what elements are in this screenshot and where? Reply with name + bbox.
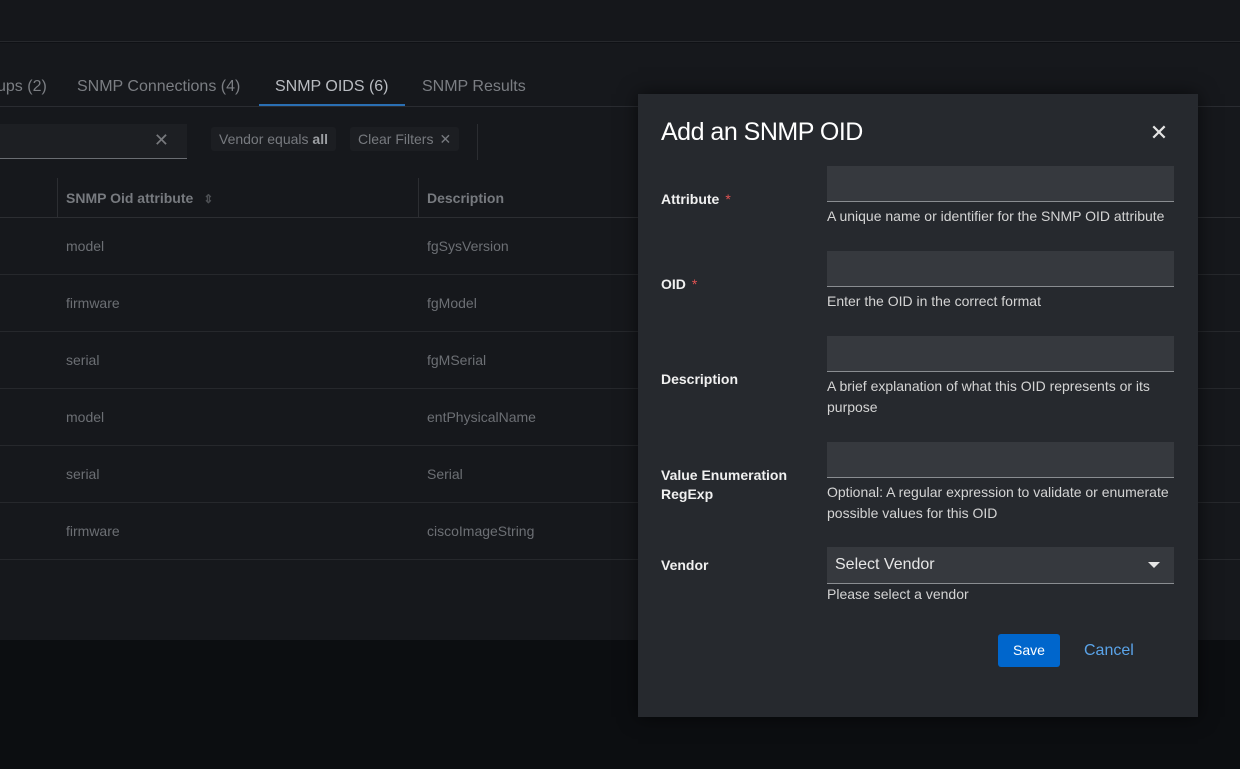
required-indicator: *: [725, 191, 731, 207]
cell-description: fgSysVersion: [427, 238, 509, 254]
regexp-input[interactable]: [827, 442, 1174, 478]
cancel-button[interactable]: Cancel: [1084, 634, 1134, 667]
cell-description: entPhysicalName: [427, 409, 536, 425]
vendor-helper-text: Please select a vendor: [827, 586, 969, 602]
description-input[interactable]: [827, 336, 1174, 372]
tab-snmp-results[interactable]: SNMP Results: [422, 68, 526, 106]
oid-label-text: OID: [661, 276, 686, 292]
cell-description: ciscoImageString: [427, 523, 535, 539]
vendor-filter-prefix: Vendor equals: [219, 131, 313, 147]
toolbar-divider: [477, 124, 478, 160]
vendor-filter-value: all: [312, 131, 328, 147]
attribute-label: Attribute *: [661, 190, 801, 209]
column-header-description[interactable]: Description: [427, 178, 504, 218]
cell-description: fgModel: [427, 295, 477, 311]
cell-attribute: serial: [66, 352, 100, 368]
attribute-helper-text: A unique name or identifier for the SNMP…: [827, 208, 1165, 224]
tab-snmp-oids[interactable]: SNMP OIDS (6): [259, 68, 404, 107]
tab-snmp-connections[interactable]: SNMP Connections (4): [77, 68, 240, 106]
clear-search-icon[interactable]: ✕: [154, 130, 169, 151]
regexp-label: Value Enumeration RegExp: [661, 467, 788, 502]
column-header-attribute-label: SNMP Oid attribute: [66, 190, 194, 206]
vendor-label: Vendor: [661, 557, 709, 573]
cell-attribute: firmware: [66, 523, 120, 539]
clear-filters-button[interactable]: Clear Filters ✕: [350, 127, 460, 151]
description-label: Description: [661, 371, 739, 387]
vendor-filter-chip[interactable]: Vendor equals all: [211, 127, 336, 151]
oid-helper-text: Enter the OID in the correct format: [827, 293, 1041, 309]
modal-title: Add an SNMP OID: [661, 118, 863, 146]
description-helper-text: A brief explanation of what this OID rep…: [827, 378, 1150, 415]
column-divider: [418, 178, 419, 218]
caret-down-icon: [1148, 562, 1160, 568]
required-indicator: *: [691, 276, 698, 292]
save-button[interactable]: Save: [998, 634, 1060, 667]
cell-description: Serial: [427, 466, 463, 482]
attribute-label-text: Attribute: [661, 191, 720, 207]
column-divider: [57, 178, 58, 218]
oid-input[interactable]: [827, 251, 1174, 287]
column-header-attribute[interactable]: SNMP Oid attribute ⇕: [66, 178, 213, 218]
attribute-input[interactable]: [827, 166, 1174, 202]
cell-description: fgMSerial: [427, 352, 487, 368]
cell-attribute: model: [66, 409, 105, 425]
tab-groups[interactable]: ups (2): [0, 68, 47, 106]
sort-icon[interactable]: ⇕: [203, 192, 213, 206]
regexp-helper-text: Optional: A regular expression to valida…: [827, 484, 1169, 521]
cell-attribute: model: [66, 238, 105, 254]
search-input[interactable]: ✕: [0, 124, 187, 159]
vendor-select-value: Select Vendor: [835, 556, 935, 573]
cell-attribute: serial: [66, 466, 100, 482]
top-bar: [0, 0, 1240, 42]
close-icon[interactable]: ✕: [1148, 122, 1170, 144]
clear-filters-label: Clear Filters: [358, 131, 434, 147]
oid-label: OID *: [661, 275, 801, 294]
vendor-select[interactable]: Select Vendor: [827, 547, 1174, 584]
clear-filters-icon: ✕: [439, 131, 452, 147]
cell-attribute: firmware: [66, 295, 120, 311]
add-snmp-oid-modal: Add an SNMP OID ✕ Attribute * A unique na…: [638, 94, 1198, 717]
